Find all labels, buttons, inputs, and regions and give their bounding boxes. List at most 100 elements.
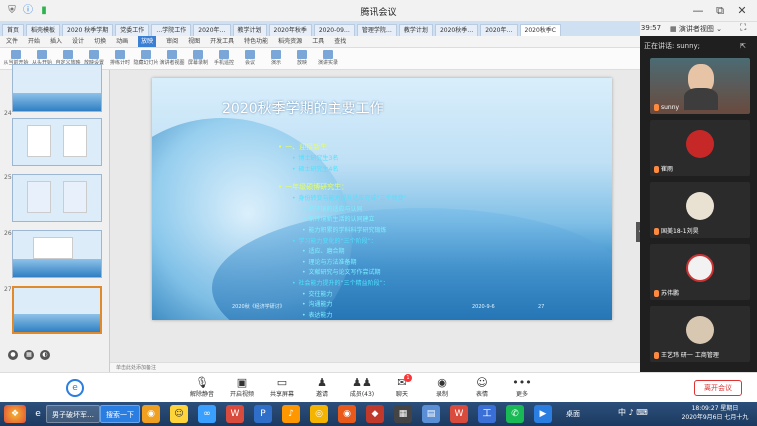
menu-item[interactable]: 查找	[334, 36, 346, 47]
ppt-tab[interactable]: 2020秋季…	[434, 24, 479, 36]
slide-bullet: 沟通能力	[302, 299, 333, 308]
chrome-icon[interactable]: ◉	[142, 405, 160, 423]
menu-item[interactable]: 设计	[72, 36, 84, 47]
slide-thumbnail[interactable]	[12, 230, 102, 278]
menu-item[interactable]: 开发工具	[210, 36, 234, 47]
emoji-button[interactable]: ☺ 表情	[462, 376, 502, 398]
ppt-tab[interactable]: 2020年…	[480, 24, 518, 36]
menu-item[interactable]: 文件	[6, 36, 18, 47]
wechat-icon[interactable]: ✆	[506, 405, 524, 423]
unread-badge: 1	[404, 374, 412, 382]
participant-tile[interactable]: 国美18-1刘昊	[650, 182, 750, 238]
slide-thumbnail[interactable]	[12, 118, 102, 166]
menu-item[interactable]: 工具	[312, 36, 324, 47]
app-logo-icon[interactable]: e	[66, 379, 84, 397]
ppt-tab[interactable]: 首页	[2, 24, 25, 36]
camera-off-button[interactable]: ▣ 开启视频	[222, 376, 262, 398]
tencent-meeting-icon[interactable]: ▶	[534, 405, 552, 423]
menu-item[interactable]: 动画	[116, 36, 128, 47]
chrome2-icon[interactable]: ◎	[310, 405, 328, 423]
ribbon-button[interactable]: 演示	[266, 50, 286, 67]
ppt-tab[interactable]: 2020-09…	[313, 24, 355, 36]
mic-off-button[interactable]: 🎙 解除静音	[182, 376, 222, 398]
explorer-icon[interactable]: ▤	[422, 405, 440, 423]
pin-icon[interactable]: ⇱	[740, 38, 746, 54]
ribbon-button[interactable]: 排练计时	[110, 50, 130, 67]
ppt-tab[interactable]: 管理学院…	[356, 24, 397, 36]
grid-icon[interactable]: ▦	[24, 350, 34, 360]
menu-item[interactable]: 插入	[50, 36, 62, 47]
ppt-tab[interactable]: 教学计划	[398, 24, 433, 36]
chat-button[interactable]: ✉ 聊天 1	[382, 374, 422, 398]
slide-thumbnail[interactable]	[12, 174, 102, 222]
menu-item[interactable]: 开始	[28, 36, 40, 47]
slide-footer-course: 2020秋《经济学研讨》	[232, 304, 285, 310]
share-screen-button[interactable]: ▭ 共享屏幕	[262, 376, 302, 398]
wps-icon[interactable]: W	[226, 405, 244, 423]
browser-icon[interactable]: e	[32, 405, 44, 423]
mic-icon[interactable]: ●	[8, 350, 18, 360]
desktop-label[interactable]: 桌面	[566, 409, 580, 419]
fullscreen-icon[interactable]: ⛶	[740, 23, 746, 33]
ribbon-button[interactable]: 手机遥控	[214, 50, 234, 67]
participant-tile[interactable]: 王艺玮 研一 工商管理	[650, 306, 750, 362]
ribbon-button[interactable]: 隐藏幻灯片	[134, 50, 159, 67]
notes-bar[interactable]: 单击此处添加备注	[110, 362, 640, 372]
participant-tile[interactable]: sunny	[650, 58, 750, 114]
ppt-tab-strip: 首页 稻壳模板 2020 秋季学期 党委工作 …学院工作 2020年… 教学计划 2020年秋…	[0, 22, 640, 36]
participant-tile[interactable]: 苏伟鹏	[650, 244, 750, 300]
ppt-tab[interactable]: 稻壳模板	[26, 24, 61, 36]
office-icon[interactable]: P	[254, 405, 272, 423]
menu-item[interactable]: 稻壳资源	[278, 36, 302, 47]
members-button[interactable]: ♟♟ 成员(43)	[342, 376, 382, 398]
avatar	[686, 192, 714, 220]
invite-button[interactable]: ♟ 邀请	[302, 376, 342, 398]
qq-icon[interactable]: ☺	[170, 405, 188, 423]
menu-item[interactable]: 审阅	[166, 36, 178, 47]
music-icon[interactable]: ♪	[282, 405, 300, 423]
ribbon-button[interactable]: 演讲实录	[318, 50, 338, 67]
maximize-icon[interactable]: ⧉	[712, 3, 728, 19]
ppt-tab[interactable]: 教学计划	[232, 24, 267, 36]
ribbon-button[interactable]: 放映	[292, 50, 312, 67]
close-icon[interactable]: ✕	[734, 3, 750, 19]
work-icon[interactable]: 工	[478, 405, 496, 423]
slide-thumbnail[interactable]	[12, 64, 102, 112]
record-button[interactable]: ◉ 录制	[422, 376, 462, 398]
ribbon-button[interactable]: 演讲者视图	[160, 50, 185, 67]
ribbon-button[interactable]: 会议	[240, 50, 260, 67]
menu-item[interactable]: 视图	[188, 36, 200, 47]
search-button[interactable]: 搜索一下	[100, 405, 140, 423]
ppt-tab[interactable]: 2020年…	[193, 24, 231, 36]
expand-icon[interactable]: ◐	[40, 350, 50, 360]
calendar-icon[interactable]: ▦	[394, 405, 412, 423]
leave-meeting-button[interactable]: 离开会议	[694, 380, 742, 396]
menu-item[interactable]: 放映	[138, 36, 157, 47]
wps2-icon[interactable]: W	[450, 405, 468, 423]
ppt-tab[interactable]: 2020年秋季	[268, 24, 312, 36]
participant-tile[interactable]: 崔雨	[650, 120, 750, 176]
current-slide: 2020秋季学期的主要工作 一、迎接新生博士研究生3名硕士研究生4名一年级硕博研…	[152, 78, 612, 320]
system-clock[interactable]: 18:09:27 星期日 2020年9月6日 七月十九	[680, 404, 750, 422]
meeting-app-icon[interactable]: ∞	[198, 405, 216, 423]
ppt-tab[interactable]: …学院工作	[151, 24, 192, 36]
menu-item[interactable]: 切换	[94, 36, 106, 47]
participant-name: 王艺玮 研一 工商管理	[654, 350, 719, 359]
slide-thumbnail-selected[interactable]	[12, 286, 102, 334]
ime-icon[interactable]: 中 ♪ ⌨	[618, 407, 648, 418]
ppt-tab[interactable]: 党委工作	[115, 24, 150, 36]
ribbon-button[interactable]: 屏幕录制	[188, 50, 208, 67]
browser-task[interactable]: 男子破坏军…	[46, 405, 100, 423]
ppt-tab[interactable]: 2020 秋季学期	[62, 24, 114, 36]
slide-bullet: 能力积累的学科科学研究锻炼	[302, 225, 387, 234]
more-button[interactable]: ••• 更多	[502, 376, 542, 398]
ppt-tab[interactable]: 2020秋季C	[519, 24, 561, 36]
start-icon[interactable]: ❖	[4, 405, 26, 423]
emoji-icon: ☺	[476, 376, 488, 389]
menu-item[interactable]: 特色功能	[244, 36, 268, 47]
slide-thumbnail-panel[interactable]: 24 25 26 27 ● ▦ ◐	[0, 64, 110, 372]
app-icon[interactable]: ◆	[366, 405, 384, 423]
view-mode-button[interactable]: ▦ 演讲者视图 ⌄	[670, 24, 722, 34]
minimize-icon[interactable]: —	[690, 3, 706, 19]
firefox-icon[interactable]: ◉	[338, 405, 356, 423]
